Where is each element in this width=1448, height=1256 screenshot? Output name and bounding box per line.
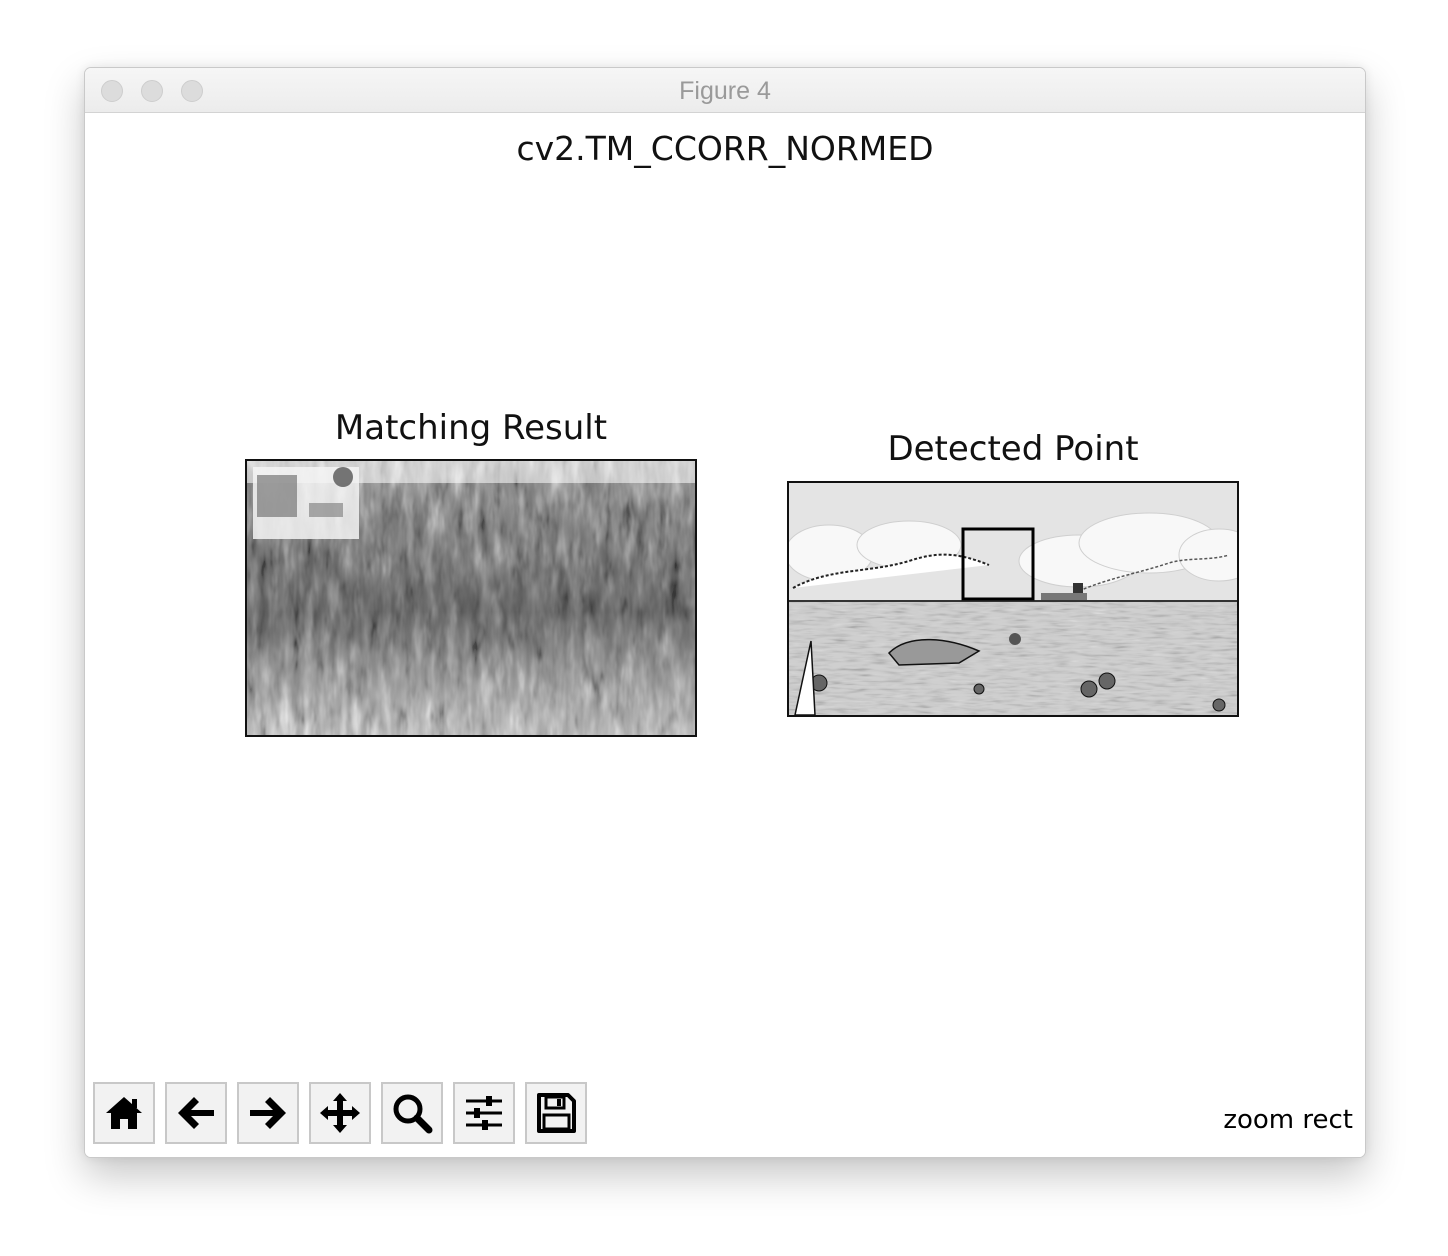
home-icon: [106, 1097, 142, 1129]
move-icon: [320, 1093, 360, 1133]
navigation-toolbar: zoom rect: [85, 1073, 1365, 1157]
window-title: Figure 4: [679, 77, 771, 105]
figure-suptitle: cv2.TM_CCORR_NORMED: [516, 129, 934, 168]
sliders-icon: [466, 1096, 502, 1130]
pan-button[interactable]: [309, 1082, 371, 1144]
zoom-button[interactable]: [381, 1082, 443, 1144]
configure-subplots-button[interactable]: [453, 1082, 515, 1144]
back-button[interactable]: [165, 1082, 227, 1144]
matching-result-heatmap: [247, 461, 695, 735]
floppy-disk-icon: [537, 1093, 576, 1133]
save-button[interactable]: [525, 1082, 587, 1144]
magnifier-icon: [393, 1094, 433, 1134]
arrow-right-icon: [250, 1097, 286, 1129]
toolbar-status: zoom rect: [1223, 1105, 1353, 1135]
title-bar: Figure 4: [85, 68, 1365, 113]
left-axes-title: Matching Result: [334, 408, 608, 448]
figure-canvas[interactable]: cv2.TM_CCORR_NORMED Matching Result Dete…: [85, 113, 1365, 1073]
detected-point-scene: [789, 483, 1237, 715]
home-button[interactable]: [93, 1082, 155, 1144]
detected-point-image: [787, 481, 1239, 717]
arrow-left-icon: [178, 1097, 214, 1129]
forward-button[interactable]: [237, 1082, 299, 1144]
right-axes-title: Detected Point: [887, 429, 1139, 469]
matching-result-image: [245, 459, 697, 737]
figure-window: Figure 4 cv2.TM_CCORR_NORMED Matching Re…: [84, 67, 1366, 1158]
